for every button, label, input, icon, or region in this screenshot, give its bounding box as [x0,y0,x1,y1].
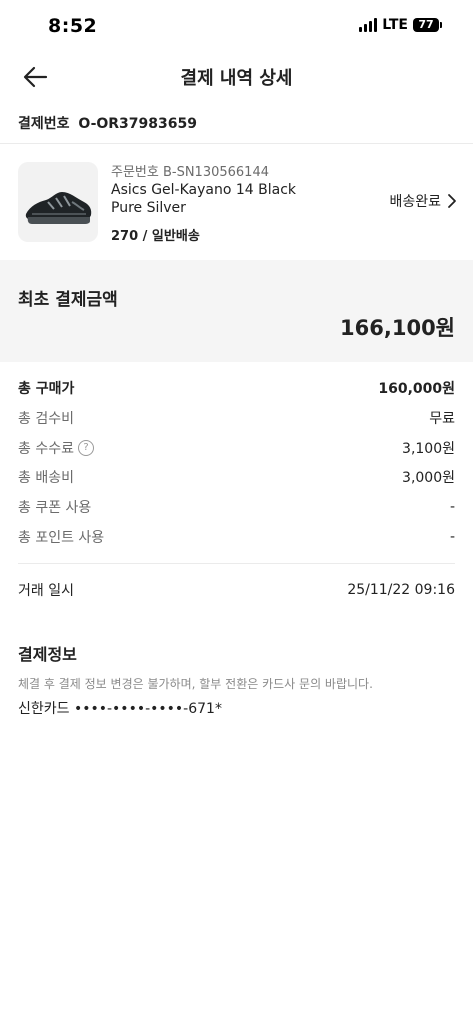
initial-payment-amount: 166,100원 [340,316,455,340]
purchase-price-value: 160,000원 [378,381,455,397]
signal-icon [359,18,378,32]
shipping-fee-value: 3,000원 [402,470,455,486]
commission-label: 총 수수료 [18,441,74,457]
transaction-date-row: 거래 일시 25/11/22 09:16 [18,579,455,601]
payment-number: 결제번호 O-OR37983659 [18,113,197,133]
commission-value: 3,100원 [402,441,455,457]
battery-icon: 77 [413,18,442,32]
payment-number-label: 결제번호 [18,116,70,132]
delivery-status: 배송완료 [389,194,441,210]
divider [18,563,455,564]
product-item[interactable]: 주문번호 B-SN130566144 Asics Gel-Kayano 14 B… [0,144,473,259]
delivery-status-link[interactable]: 배송완료 [389,191,457,211]
product-name: Asics Gel-Kayano 14 Black Pure Silver [111,182,297,216]
points-row: 총 포인트 사용 - [18,526,455,548]
points-label: 총 포인트 사용 [18,530,105,546]
payment-info-title: 결제정보 [18,645,77,664]
inspection-fee-row: 총 검수비 무료 [18,407,455,429]
inspection-fee-label: 총 검수비 [18,411,74,427]
shipping-fee-row: 총 배송비 3,000원 [18,466,455,488]
purchase-price-label: 총 구매가 [18,381,75,397]
shipping-fee-label: 총 배송비 [18,470,74,486]
help-icon[interactable]: ? [77,440,94,456]
commission-label-group: 총 수수료 ? [18,438,94,458]
commission-row: 총 수수료 ? 3,100원 [18,437,455,459]
page-title: 결제 내역 상세 [180,68,293,89]
purchase-price-row: 총 구매가 160,000원 [18,377,455,399]
coupon-row: 총 쿠폰 사용 - [18,496,455,518]
status-indicators: LTE 77 [359,17,442,33]
status-bar: 8:52 LTE 77 [0,0,473,54]
card-info: 신한카드 ••••-••••-••••-671* [18,701,222,717]
transaction-date-label: 거래 일시 [18,583,74,599]
header: 결제 내역 상세 [0,54,473,100]
transaction-date-value: 25/11/22 09:16 [347,582,455,598]
payment-info-notice: 체결 후 결제 정보 변경은 불가하며, 할부 전환은 카드사 문의 바랍니다. [18,677,373,691]
initial-payment-panel: 최초 결제금액 166,100원 [0,260,473,362]
status-time: 8:52 [48,15,98,37]
coupon-label: 총 쿠폰 사용 [18,500,92,516]
coupon-value: - [449,499,455,515]
product-option: 270 / 일반배송 [111,229,200,244]
points-value: - [449,529,455,545]
inspection-fee-value: 무료 [429,411,455,427]
product-image [18,162,98,242]
order-number: 주문번호 B-SN130566144 [111,165,269,180]
initial-payment-label: 최초 결제금액 [18,290,118,310]
payment-number-value: O-OR37983659 [78,116,197,132]
network-type: LTE [382,17,408,33]
chevron-right-icon [448,194,456,208]
